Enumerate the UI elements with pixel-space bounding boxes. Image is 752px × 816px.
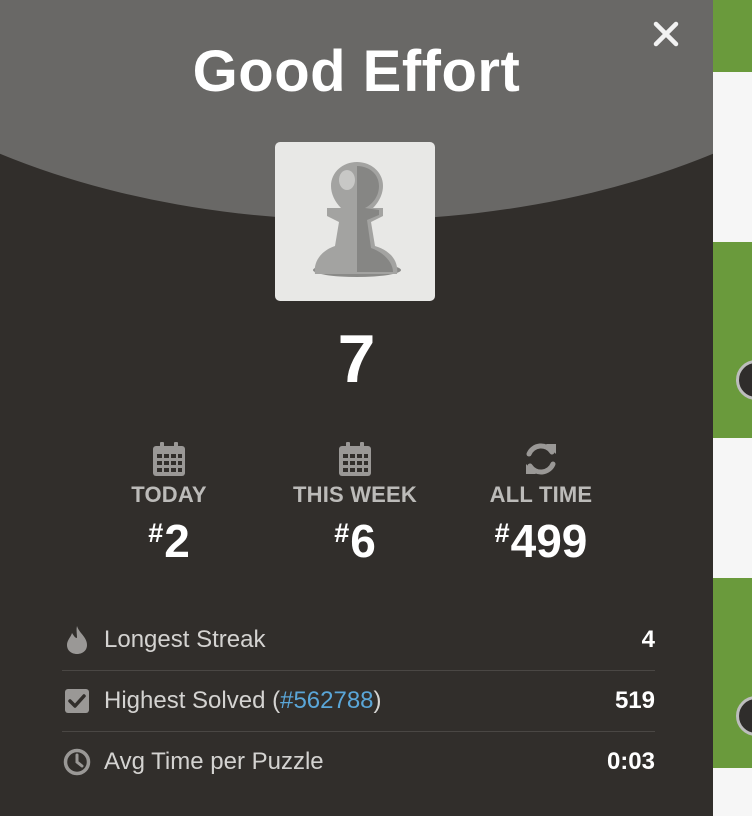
rank-label: THIS WEEK xyxy=(292,482,418,507)
rank-all-time: ALL TIME #499 xyxy=(456,438,626,568)
stat-longest-streak: Longest Streak 4 xyxy=(62,610,655,671)
puzzle-link[interactable]: #562788 xyxy=(280,687,373,714)
board-square xyxy=(713,438,752,578)
board-square xyxy=(713,72,752,242)
puzzle-score: 7 xyxy=(337,321,376,397)
hash-symbol: # xyxy=(334,518,350,548)
refresh-icon xyxy=(526,443,556,475)
stat-label-suffix: ) xyxy=(373,687,382,714)
board-square xyxy=(713,242,752,438)
board-square xyxy=(713,768,752,816)
rank-label: TODAY xyxy=(131,482,207,507)
rank-label: ALL TIME xyxy=(489,482,593,507)
stats-list: Longest Streak 4 Highest Solved (#562788… xyxy=(62,610,655,792)
calendar-icon xyxy=(153,442,185,476)
close-icon xyxy=(653,21,679,47)
stat-label: Highest Solved (#562788) xyxy=(104,687,615,715)
chess-board-edge xyxy=(713,0,752,816)
rank-number: 499 xyxy=(510,515,588,567)
rank-today: TODAY #2 xyxy=(84,438,254,568)
rank-number: 6 xyxy=(350,515,376,567)
rank-this-week: THIS WEEK #6 xyxy=(270,438,440,568)
rank-number: 2 xyxy=(164,515,190,567)
checkbox-icon xyxy=(65,689,89,713)
board-square xyxy=(713,578,752,768)
calendar-icon xyxy=(339,442,371,476)
stat-avg-time: Avg Time per Puzzle 0:03 xyxy=(62,732,655,792)
rank-value: #2 xyxy=(84,514,254,568)
pawn-card xyxy=(275,142,435,301)
stat-label: Longest Streak xyxy=(104,626,266,653)
modal-title: Good Effort xyxy=(192,39,521,104)
stat-label-prefix: Highest Solved ( xyxy=(104,687,281,714)
pawn-icon xyxy=(313,162,401,277)
stat-value: 0:03 xyxy=(606,748,655,775)
rank-value: #6 xyxy=(270,514,440,568)
stat-value: 4 xyxy=(641,626,655,653)
rank-value: #499 xyxy=(456,514,626,568)
hash-symbol: # xyxy=(148,518,164,548)
clock-icon xyxy=(63,748,91,776)
board-square xyxy=(713,0,752,72)
stat-label: Avg Time per Puzzle xyxy=(104,748,324,775)
stat-highest-solved: Highest Solved (#562788) 519 xyxy=(62,671,655,732)
stat-value: 519 xyxy=(614,687,655,714)
flame-icon xyxy=(67,626,87,654)
hash-symbol: # xyxy=(494,518,510,548)
puzzle-result-modal: Good Effort 7 TODAY #2 THIS WEEK #6 ALL … xyxy=(0,0,713,816)
close-button[interactable] xyxy=(648,16,684,52)
